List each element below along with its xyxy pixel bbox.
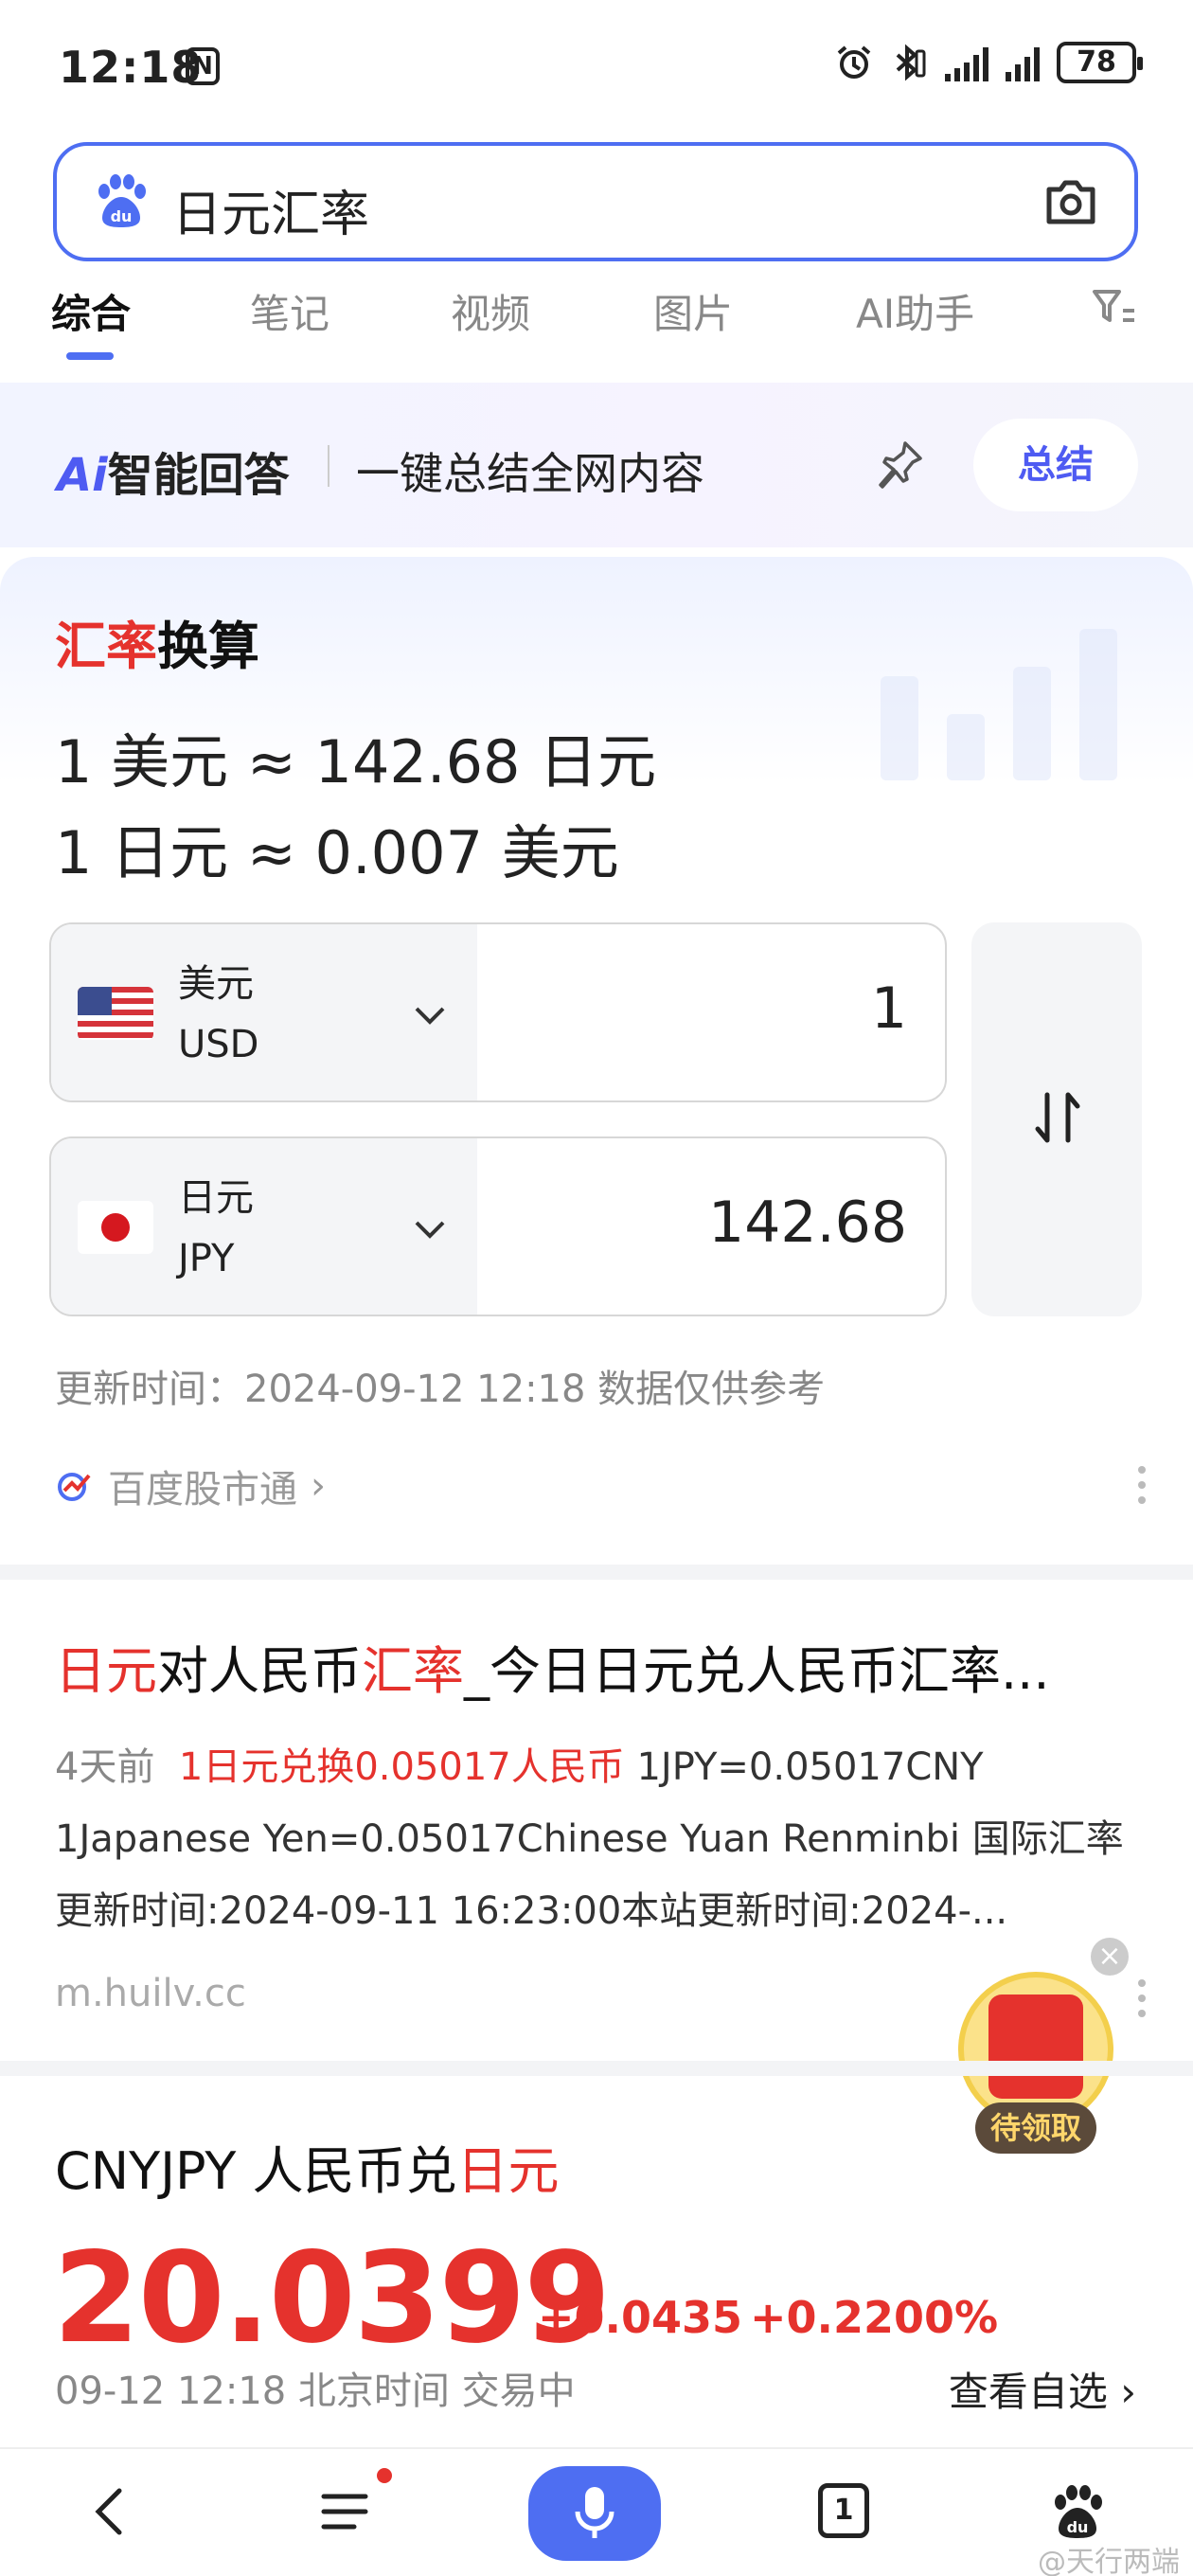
card-title: 汇率换算 [55, 617, 259, 676]
watermark: @天行两端 [1038, 2546, 1180, 2576]
tab-ai-assistant[interactable]: AI助手 [856, 282, 974, 340]
signal-icon-2 [1006, 44, 1040, 81]
status-icons: 78 [835, 42, 1143, 83]
baidu-stock-link[interactable]: 百度股市通 › [55, 1458, 326, 1513]
pin-icon[interactable] [877, 438, 926, 491]
battery-icon: 78 [1057, 42, 1143, 83]
ai-answer-logo: Ai智能回答 [57, 449, 290, 502]
bluetooth-icon [896, 44, 926, 81]
stock-link-label: 百度股市通 [108, 1468, 297, 1512]
amount-input-usd[interactable]: 1 [871, 975, 907, 1042]
baidu-home-icon[interactable]: du [1047, 2481, 1108, 2542]
camera-icon[interactable] [1042, 172, 1100, 231]
active-tab-indicator [66, 352, 114, 360]
ai-summary-banner: Ai智能回答 一键总结全网内容 总结 [0, 383, 1193, 547]
filter-icon[interactable] [1091, 288, 1138, 330]
more-icon[interactable] [1138, 1979, 1146, 2025]
envelope-label: 待领取 [975, 2102, 1096, 2154]
divider [328, 445, 329, 487]
us-flag-icon [78, 987, 153, 1040]
notification-dot [377, 2468, 392, 2483]
price-change-percent: +0.2200% [750, 2292, 999, 2343]
result-url[interactable]: m.huilv.cc [55, 1972, 246, 2015]
search-bar[interactable]: du 日元汇率 [53, 142, 1138, 261]
tab-comprehensive[interactable]: 综合 [51, 282, 131, 340]
stock-result-title[interactable]: CNYJPY 人民币兑日元 [55, 2129, 560, 2204]
section-separator [0, 2061, 1193, 2076]
trade-status: 09-12 12:18 北京时间 交易中 [55, 2370, 576, 2413]
currency-code: USD [178, 1023, 259, 1066]
menu-icon[interactable] [316, 2481, 377, 2542]
currency-code: JPY [178, 1237, 235, 1280]
chevron-right-icon: › [311, 1464, 326, 1508]
alarm-icon [837, 45, 871, 79]
rate-usd-to-jpy: 1 美元 ≈ 142.68 日元 [55, 727, 657, 796]
swap-currency-button[interactable] [971, 922, 1142, 1316]
tab-images[interactable]: 图片 [653, 282, 733, 340]
summarize-button[interactable]: 总结 [973, 419, 1138, 511]
rate-jpy-to-usd: 1 日元 ≈ 0.007 美元 [55, 818, 619, 887]
tabs-count-button[interactable]: 1 [818, 2483, 869, 2538]
section-separator [0, 1565, 1193, 1580]
current-price: 20.0399 [53, 2226, 611, 2371]
ai-subtitle: 一键总结全网内容 [356, 448, 704, 499]
bottom-navigation: 1 du [0, 2447, 1193, 2576]
result-title-link[interactable]: 日元对人民币汇率_今日日元兑人民币汇率... [55, 1629, 1144, 1704]
baidu-paw-icon: du [98, 174, 146, 227]
tab-notes[interactable]: 笔记 [250, 282, 329, 340]
back-icon[interactable] [81, 2481, 142, 2542]
microphone-icon [575, 2487, 614, 2538]
view-watchlist-link[interactable]: 查看自选 › [949, 2360, 1136, 2418]
more-icon[interactable] [1138, 1466, 1146, 1512]
svg-text:du: du [111, 207, 133, 225]
nfc-icon: N [186, 47, 220, 85]
update-time: 更新时间：2024-09-12 12:18 数据仅供参考 [55, 1368, 826, 1411]
stock-logo-icon [58, 1473, 91, 1501]
currency-selector-usd[interactable]: 美元 USD [51, 924, 477, 1100]
price-change: +0.0435 [538, 2292, 743, 2343]
voice-search-button[interactable] [528, 2466, 661, 2561]
currency-name: 美元 [178, 962, 254, 1006]
tab-video[interactable]: 视频 [451, 282, 530, 340]
swap-arrows-icon [1035, 1092, 1080, 1143]
exchange-rate-card: 汇率换算 1 美元 ≈ 142.68 日元 1 日元 ≈ 0.007 美元 美元… [0, 557, 1193, 1561]
japan-flag-icon [78, 1201, 153, 1254]
svg-text:du: du [1067, 2518, 1089, 2536]
chevron-down-icon [415, 1221, 445, 1239]
search-input[interactable]: 日元汇率 [172, 174, 369, 245]
to-currency-row: 日元 JPY 142.68 [49, 1136, 947, 1316]
chevron-down-icon [415, 1007, 445, 1025]
currency-selector-jpy[interactable]: 日元 JPY [51, 1138, 477, 1315]
amount-input-jpy[interactable]: 142.68 [708, 1190, 907, 1256]
result-description: 4天前 1日元兑换0.05017人民币 1JPY=0.05017CNY 1Jap… [55, 1745, 1124, 1933]
close-icon[interactable]: × [1091, 1938, 1129, 1976]
currency-name: 日元 [178, 1176, 254, 1220]
from-currency-row: 美元 USD 1 [49, 922, 947, 1102]
red-envelope-icon [988, 1995, 1083, 2099]
signal-icon-1 [945, 44, 988, 81]
status-time: 12:18 [59, 42, 203, 93]
chart-decoration-icon [881, 629, 1117, 780]
